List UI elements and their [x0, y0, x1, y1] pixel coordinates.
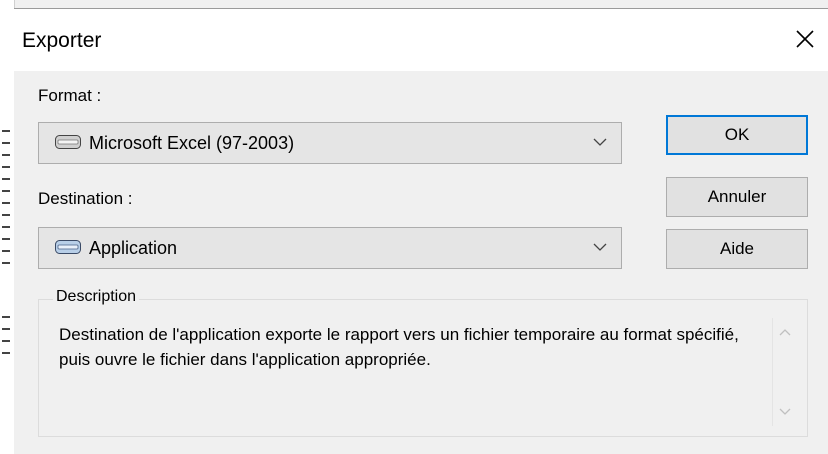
export-dialog: Exporter Format : Microsoft Excel (97-20…: [14, 8, 828, 454]
scroll-down-arrow-icon[interactable]: [779, 408, 791, 416]
dialog-title: Exporter: [22, 29, 102, 52]
format-label: Format :: [38, 86, 102, 105]
drive-icon: [55, 240, 81, 254]
close-icon: [796, 30, 814, 48]
scroll-up-arrow-icon[interactable]: [779, 328, 791, 336]
background-window-edge: [0, 0, 15, 454]
title-bar: Exporter: [14, 9, 828, 71]
destination-select[interactable]: Application: [38, 227, 622, 269]
help-button[interactable]: Aide: [666, 229, 808, 269]
close-button[interactable]: [782, 19, 828, 59]
description-group: Description Destination de l'application…: [38, 288, 808, 437]
chevron-down-icon: [593, 243, 607, 251]
description-legend: Description: [53, 288, 140, 306]
screen: Exporter Format : Microsoft Excel (97-20…: [0, 0, 828, 454]
description-text: Destination de l'application exporte le …: [59, 325, 739, 369]
destination-selected-value: Application: [89, 238, 178, 258]
format-select[interactable]: Microsoft Excel (97-2003): [38, 122, 622, 164]
ok-button[interactable]: OK: [666, 115, 808, 155]
chevron-down-icon: [593, 138, 607, 146]
description-scrollbar[interactable]: [772, 318, 797, 426]
cancel-button[interactable]: Annuler: [666, 177, 808, 217]
drive-icon: [55, 135, 81, 149]
destination-label: Destination :: [38, 189, 133, 208]
format-selected-value: Microsoft Excel (97-2003): [89, 133, 295, 153]
